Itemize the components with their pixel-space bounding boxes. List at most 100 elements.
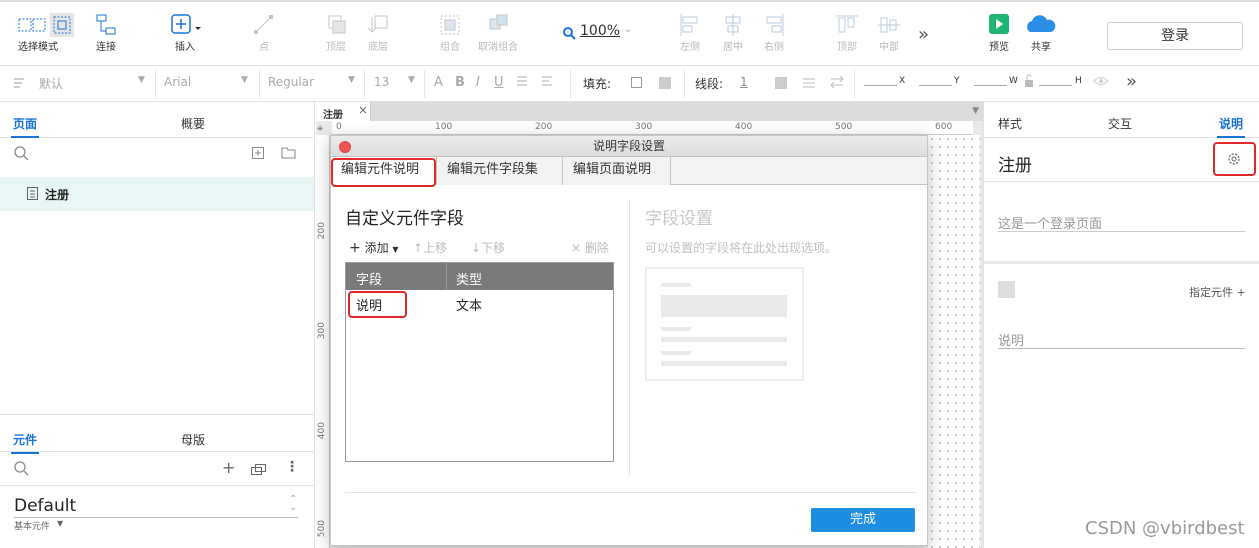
library-name: Default bbox=[14, 496, 77, 516]
select-contained-button[interactable] bbox=[48, 12, 76, 42]
align-left-icon bbox=[677, 12, 703, 38]
canvas-tab-dropdown-icon[interactable]: ▼ bbox=[972, 106, 979, 116]
x-label: X bbox=[899, 76, 906, 86]
connect-label: 连接 bbox=[96, 42, 116, 53]
align-middle-button[interactable]: 中部 bbox=[861, 12, 917, 54]
note-field-label[interactable]: 说明 bbox=[998, 330, 1024, 349]
add-field-button[interactable]: + 添加 ▼ bbox=[349, 239, 399, 256]
visibility-eye-icon[interactable] bbox=[1093, 75, 1109, 90]
add-field-label: 添加 bbox=[364, 241, 389, 255]
align-right-icon bbox=[761, 12, 787, 38]
column-type: 类型 bbox=[456, 273, 483, 288]
bold-icon[interactable]: B bbox=[455, 75, 465, 90]
page-item[interactable]: 注册 bbox=[0, 177, 314, 211]
font-select[interactable]: Arial bbox=[164, 75, 191, 89]
format-bar: 默认 ▼ Arial ▼ Regular ▼ 13 ▼ A B I U 填充: … bbox=[0, 66, 1259, 102]
align-middle-label: 中部 bbox=[879, 42, 899, 53]
stroke-width-value[interactable]: 1 bbox=[740, 75, 748, 89]
font-color-icon[interactable]: A bbox=[434, 75, 443, 90]
tab-notes[interactable]: 说明 bbox=[1216, 115, 1246, 138]
gear-highlight-box bbox=[1213, 142, 1256, 176]
h-input[interactable] bbox=[1039, 85, 1072, 86]
page-name: 注册 bbox=[998, 156, 1032, 176]
arrow-down-icon: ↓ bbox=[471, 241, 482, 255]
library-select[interactable]: Default ⌃ ⌄ 基本元件 ▼ bbox=[0, 485, 315, 535]
add-library-icon[interactable]: + bbox=[222, 458, 235, 477]
underline-icon[interactable]: U bbox=[494, 75, 504, 90]
point-label: 点 bbox=[259, 42, 269, 53]
align-right-button[interactable]: 右侧 bbox=[746, 12, 802, 54]
font-size-select[interactable]: 13 bbox=[374, 75, 389, 89]
library-copy-icon[interactable] bbox=[251, 464, 266, 475]
assign-widget-button[interactable]: 指定元件 + bbox=[1189, 284, 1246, 300]
stroke-color-swatch[interactable] bbox=[775, 77, 787, 89]
h-label: H bbox=[1075, 76, 1082, 86]
login-button[interactable]: 登录 bbox=[1107, 22, 1243, 50]
ruler-h-500: 500 bbox=[835, 122, 853, 132]
widgets-section: 元件 母版 + ⋮ Default ⌃ ⌄ 基本元件 ▼ bbox=[0, 414, 315, 535]
zoom-control[interactable]: 100% ⌄ bbox=[562, 22, 634, 42]
delete-x-icon: × bbox=[571, 241, 582, 255]
search-icon[interactable] bbox=[14, 146, 30, 162]
tab-edit-page-notes[interactable]: 编辑页面说明 bbox=[563, 157, 671, 185]
stroke-style-icon[interactable] bbox=[802, 75, 816, 92]
delete-button[interactable]: × 删除 bbox=[571, 239, 609, 256]
watermark: CSDN @vbirdbest bbox=[1085, 518, 1245, 539]
row-type[interactable]: 文本 bbox=[456, 295, 482, 314]
size-dropdown-icon: ▼ bbox=[408, 75, 415, 85]
field-settings-title: 字段设置 bbox=[645, 209, 713, 229]
y-input[interactable] bbox=[919, 85, 952, 86]
x-input[interactable] bbox=[864, 85, 897, 86]
ungroup-button[interactable]: 取消组合 bbox=[470, 12, 526, 54]
crosshair-icon[interactable]: ⌖ bbox=[317, 122, 323, 136]
connect-button[interactable]: 连接 bbox=[78, 12, 134, 54]
tab-outline[interactable]: 概要 bbox=[181, 115, 205, 132]
canvas-tab-close-icon[interactable]: × bbox=[358, 103, 368, 117]
format-more-button[interactable]: » bbox=[1126, 71, 1137, 92]
tab-pages[interactable]: 页面 bbox=[10, 115, 40, 138]
w-label: W bbox=[1009, 76, 1018, 86]
library-menu-icon[interactable]: ⋮ bbox=[285, 459, 299, 475]
field-row-highlight-box bbox=[348, 291, 407, 318]
ruler-v-300: 300 bbox=[317, 322, 327, 340]
italic-icon[interactable]: I bbox=[476, 75, 480, 90]
tab-style[interactable]: 样式 bbox=[998, 115, 1022, 132]
lock-ratio-icon[interactable] bbox=[1024, 74, 1034, 91]
style-select[interactable]: 默认 bbox=[39, 75, 63, 92]
insert-button[interactable]: 插入 bbox=[157, 12, 213, 54]
delete-label: 删除 bbox=[584, 241, 609, 255]
canvas-tab[interactable]: 注册 × bbox=[316, 102, 371, 121]
widget-note-section: 指定元件 + 说明 bbox=[984, 264, 1259, 349]
share-button[interactable]: 共享 bbox=[1013, 12, 1069, 54]
fill-color-swatch[interactable] bbox=[631, 77, 642, 88]
page-item-label: 注册 bbox=[45, 188, 70, 202]
ruler-h-0: 0 bbox=[336, 122, 342, 132]
add-page-icon[interactable] bbox=[252, 147, 264, 159]
text-align-icon[interactable] bbox=[540, 74, 554, 91]
fill-shadow-icon[interactable] bbox=[659, 77, 671, 89]
page-description-underline bbox=[998, 231, 1245, 232]
move-down-button[interactable]: ↓下移 bbox=[471, 239, 505, 256]
page-description[interactable]: 这是一个登录页面 bbox=[998, 213, 1102, 232]
add-folder-icon[interactable] bbox=[281, 146, 296, 159]
field-settings-pane: 字段设置 可以设置的字段将在此处出现选项。 bbox=[630, 187, 928, 477]
widgets-search-icon[interactable] bbox=[14, 461, 30, 477]
done-button[interactable]: 完成 bbox=[811, 508, 915, 532]
tab-interactions[interactable]: 交互 bbox=[1108, 115, 1132, 132]
weight-select[interactable]: Regular bbox=[268, 75, 314, 89]
canvas-grid bbox=[928, 135, 980, 548]
arrow-style-icon[interactable] bbox=[829, 75, 845, 92]
pages-search-row bbox=[0, 138, 314, 170]
point-button[interactable]: 点 bbox=[236, 12, 292, 54]
placeholder-line-3 bbox=[661, 337, 787, 342]
arrow-up-icon: ↑ bbox=[413, 241, 424, 255]
toolbar-more-button[interactable]: » bbox=[918, 24, 929, 45]
tab-edit-widget-field-sets[interactable]: 编辑元件字段集 bbox=[437, 157, 563, 185]
tab-widgets[interactable]: 元件 bbox=[10, 431, 40, 454]
bottom-layer-button[interactable]: 底层 bbox=[350, 12, 406, 54]
tab-masters[interactable]: 母版 bbox=[181, 431, 205, 448]
dialog-close-button[interactable] bbox=[339, 141, 351, 153]
list-icon[interactable] bbox=[515, 74, 529, 91]
w-input[interactable] bbox=[974, 85, 1007, 86]
move-up-button[interactable]: ↑上移 bbox=[413, 239, 447, 256]
